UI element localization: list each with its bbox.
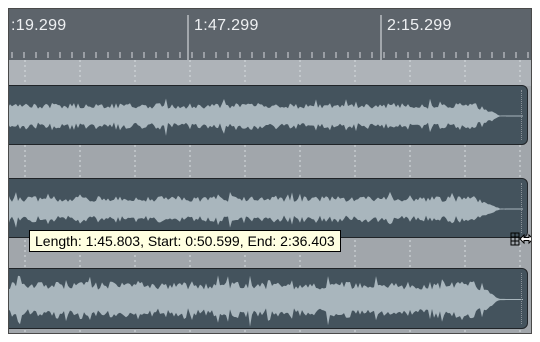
clip-edge-2: [521, 183, 525, 233]
clip-edge-3: [521, 273, 525, 324]
waveform-1: [9, 98, 523, 136]
waveform-3: [9, 275, 523, 327]
media-item-1[interactable]: [9, 85, 528, 145]
arrange-view[interactable]: :19.299 1:47.299 2:15.299 Length: 1:45.8…: [8, 8, 532, 334]
clip-edge-1: [521, 90, 525, 140]
timeline-ruler[interactable]: :19.299 1:47.299 2:15.299: [9, 9, 531, 60]
ruler-label-1: :19.299: [11, 17, 67, 34]
resize-horizontal-cursor-icon: [510, 232, 531, 246]
ruler-label-3: 2:15.299: [387, 17, 452, 34]
ruler-ticks: [11, 15, 529, 60]
media-item-3[interactable]: [9, 268, 528, 329]
item-info-tooltip: Length: 1:45.803, Start: 0:50.599, End: …: [29, 230, 341, 252]
ruler-label-2: 1:47.299: [194, 17, 259, 34]
media-item-2[interactable]: [9, 178, 528, 238]
